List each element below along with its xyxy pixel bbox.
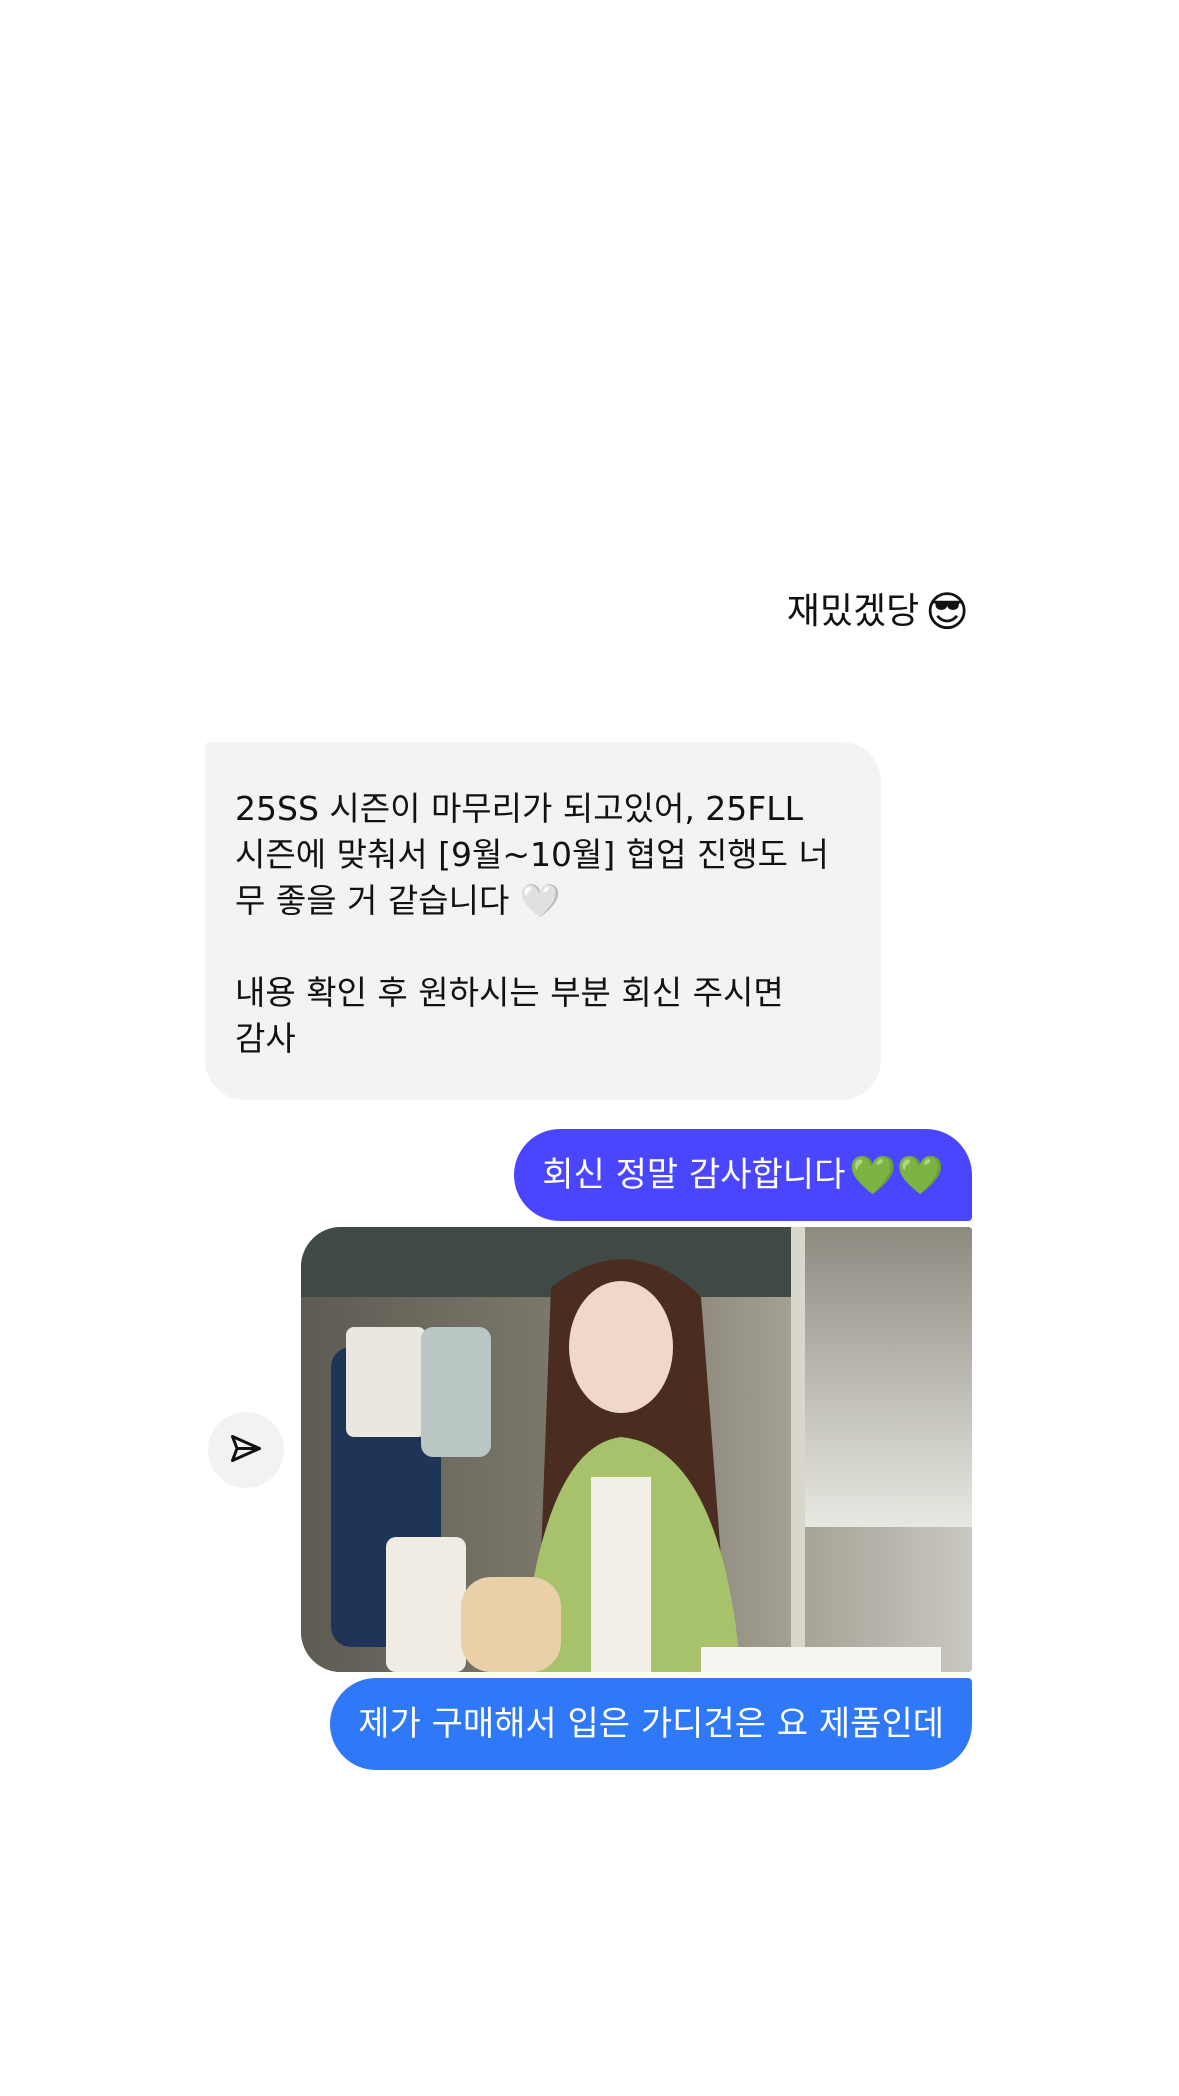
message-line: 감사 <box>235 1019 296 1058</box>
message-line: 25SS 시즌이 마무리가 되고있어, 25FLL <box>235 789 804 828</box>
chat-screen: 재밌겠당 😎 25SS 시즌이 마무리가 되고있어, 25FLL 시즌에 맞춰서… <box>0 0 1179 2096</box>
message-line: 무 좋을 거 같습니다 🤍 <box>235 881 561 920</box>
outgoing-plain-message: 재밌겠당 😎 <box>787 588 969 636</box>
outgoing-message-bubble[interactable]: 제가 구매해서 입은 가디건은 요 제품인데 <box>330 1678 972 1770</box>
train-selfie-image <box>301 1227 972 1672</box>
outgoing-message-bubble[interactable]: 회신 정말 감사합니다 💚💚 <box>514 1129 972 1221</box>
message-text: 제가 구매해서 입은 가디건은 요 제품인데 <box>358 1704 944 1744</box>
message-line: 내용 확인 후 원하시는 부분 회신 주시면 <box>235 973 784 1012</box>
green-heart-emoji: 💚💚 <box>849 1153 944 1197</box>
photo-attachment[interactable] <box>301 1227 972 1672</box>
message-line: 시즌에 맞춰서 [9월~10월] 협업 진행도 너 <box>235 835 829 874</box>
incoming-message-bubble[interactable]: 25SS 시즌이 마무리가 되고있어, 25FLL 시즌에 맞춰서 [9월~10… <box>205 742 881 1100</box>
share-button[interactable] <box>208 1412 284 1488</box>
message-text: 회신 정말 감사합니다 <box>542 1155 846 1195</box>
send-icon <box>231 1435 261 1462</box>
sunglasses-emoji: 😎 <box>925 587 969 636</box>
message-text: 재밌겠당 <box>786 591 920 632</box>
